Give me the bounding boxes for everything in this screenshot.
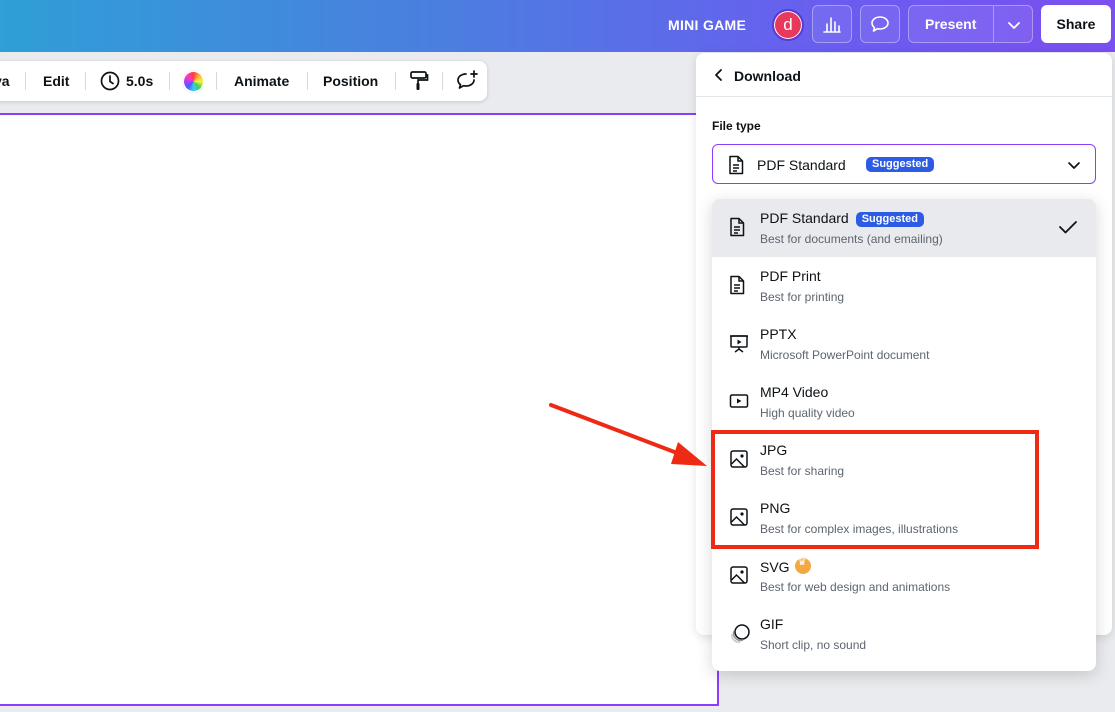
divider <box>169 72 170 90</box>
animate-button[interactable]: Animate <box>234 73 289 89</box>
divider <box>307 72 308 90</box>
suggested-badge: Suggested <box>855 212 924 227</box>
annotation-highlight-box <box>711 430 1039 549</box>
presentation-icon <box>730 335 748 353</box>
file-type-select[interactable]: PDF Standard Suggested <box>712 144 1096 184</box>
toolbar-truncated-item[interactable]: va <box>0 73 10 89</box>
checkmark-icon <box>1059 221 1077 234</box>
design-title[interactable]: MINI GAME <box>668 17 746 33</box>
annotation-arrow <box>549 403 707 466</box>
option-name: PPTX <box>760 326 797 342</box>
divider <box>85 72 86 90</box>
selected-file-type: PDF Standard <box>757 157 846 173</box>
chevron-down-icon[interactable] <box>1006 17 1022 33</box>
option-pdf-print[interactable]: PDF Print Best for printing <box>712 257 1096 315</box>
present-button[interactable]: Present <box>908 5 1033 43</box>
option-pdf-standard[interactable]: PDF Standard Suggested Best for documents… <box>712 199 1096 257</box>
add-comment-icon[interactable] <box>455 70 479 92</box>
user-avatar[interactable]: d <box>772 9 804 41</box>
option-name: GIF <box>760 616 784 632</box>
suggested-badge: Suggested <box>866 157 935 172</box>
panel-header: Download <box>696 53 1112 97</box>
chevron-down-icon <box>1068 162 1080 169</box>
option-pptx[interactable]: PPTX Microsoft PowerPoint document <box>712 315 1096 373</box>
file-type-label: File type <box>712 119 761 133</box>
element-toolbar: va Edit 5.0s Animate Position <box>0 61 487 101</box>
option-description: Short clip, no sound <box>760 638 867 652</box>
duration-button[interactable]: 5.0s <box>126 73 153 89</box>
share-button[interactable]: Share <box>1041 5 1111 43</box>
position-button[interactable]: Position <box>323 73 378 89</box>
premium-crown-icon <box>794 557 811 574</box>
top-header: MINI GAME d Present Share <box>0 0 1115 52</box>
image-icon <box>730 566 748 584</box>
document-icon <box>730 217 745 237</box>
option-description: Best for web design and animations <box>760 580 951 594</box>
comments-button[interactable] <box>860 5 900 43</box>
divider <box>216 72 217 90</box>
gif-icon <box>731 624 750 643</box>
color-picker-icon[interactable] <box>182 70 205 93</box>
option-name: PDF Standard Suggested <box>760 210 924 227</box>
comment-icon <box>871 16 889 32</box>
option-description: Microsoft PowerPoint document <box>760 348 930 362</box>
document-icon <box>729 155 744 175</box>
option-description: High quality video <box>760 406 855 420</box>
divider <box>442 72 443 90</box>
panel-title: Download <box>734 68 801 84</box>
present-label: Present <box>925 16 977 32</box>
divider <box>395 72 396 90</box>
document-icon <box>730 275 745 295</box>
option-mp4-video[interactable]: MP4 Video High quality video <box>712 373 1096 431</box>
video-icon <box>729 394 749 408</box>
insights-button[interactable] <box>812 5 852 43</box>
paint-roller-icon[interactable] <box>408 70 430 92</box>
option-description: Best for documents (and emailing) <box>760 232 943 246</box>
divider <box>993 6 994 42</box>
divider <box>25 72 26 90</box>
option-name-text: SVG <box>760 559 790 575</box>
option-description: Best for printing <box>760 290 845 304</box>
option-svg[interactable]: SVG Best for web design and animations <box>712 547 1096 605</box>
bar-chart-icon <box>823 17 841 33</box>
option-name-text: PDF Standard <box>760 210 849 226</box>
option-name: PDF Print <box>760 268 821 284</box>
option-name: SVG <box>760 557 811 575</box>
option-name: MP4 Video <box>760 384 829 400</box>
option-gif[interactable]: GIF Short clip, no sound <box>712 605 1096 663</box>
back-chevron-icon[interactable] <box>712 68 726 82</box>
clock-icon[interactable] <box>99 70 121 92</box>
edit-button[interactable]: Edit <box>43 73 69 89</box>
